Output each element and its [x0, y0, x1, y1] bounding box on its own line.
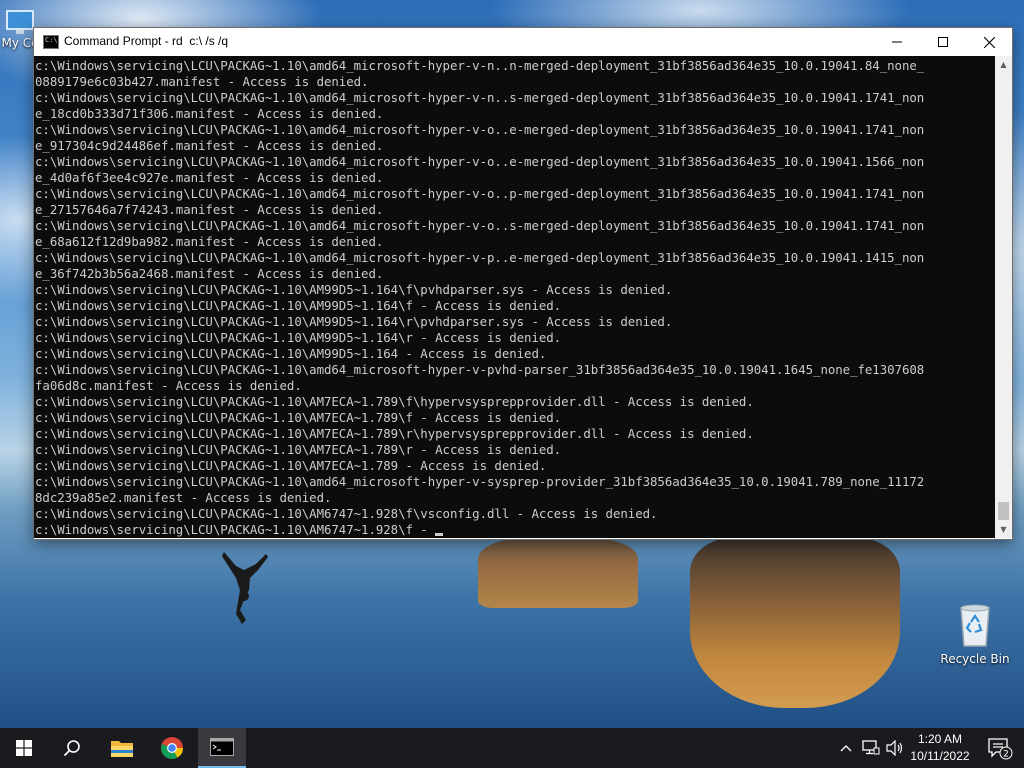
console-line: 8dc239a85e2.manifest - Access is denied. [35, 490, 332, 505]
folder-icon [111, 741, 133, 757]
close-button[interactable] [966, 28, 1012, 56]
console-line: c:\Windows\servicing\LCU\PACKAG~1.10\amd… [35, 186, 925, 201]
chrome-icon [161, 737, 183, 759]
clock-time: 1:20 AM [917, 732, 963, 746]
recycle-bin-icon [960, 604, 990, 647]
console-line: e_68a612f12d9ba982.manifest - Access is … [35, 234, 384, 249]
console-line: c:\Windows\servicing\LCU\PACKAG~1.10\AM9… [35, 298, 562, 313]
recycle-bin-desktop-icon[interactable]: Recycle Bin [938, 602, 1012, 666]
console-line: fa06d8c.manifest - Access is denied. [35, 378, 302, 393]
taskbar: 1:20 AM 10/11/2022 2 [0, 728, 1024, 768]
chrome-taskbar-button[interactable] [148, 728, 196, 768]
recycle-bin-label: Recycle Bin [940, 652, 1010, 666]
wallpaper-person-silhouette [222, 552, 268, 624]
command-prompt-taskbar-button[interactable] [198, 728, 246, 768]
command-prompt-window[interactable]: C:\ Command Prompt - rd c:\ /s /q c:\Win… [33, 27, 1013, 540]
console-line: c:\Windows\servicing\LCU\PACKAG~1.10\AM6… [35, 522, 995, 538]
console-line: c:\Windows\servicing\LCU\PACKAG~1.10\AM7… [35, 458, 547, 473]
search-button[interactable] [48, 728, 96, 768]
taskbar-clock[interactable]: 1:20 AM 10/11/2022 [900, 731, 980, 765]
console-line: c:\Windows\servicing\LCU\PACKAG~1.10\amd… [35, 218, 925, 233]
console-line: e_4d0af6f3ee4c927e.manifest - Access is … [35, 170, 384, 185]
clock-date: 10/11/2022 [910, 749, 970, 763]
console-line: e_36f742b3b56a2468.manifest - Access is … [35, 266, 384, 281]
window-title: Command Prompt - rd c:\ /s /q [64, 34, 229, 48]
console-line: c:\Windows\servicing\LCU\PACKAG~1.10\amd… [35, 474, 925, 489]
cmd-icon [210, 738, 234, 756]
console-line: c:\Windows\servicing\LCU\PACKAG~1.10\AM9… [35, 314, 673, 329]
scrollbar-thumb[interactable] [998, 502, 1009, 520]
console-output-area[interactable]: c:\Windows\servicing\LCU\PACKAG~1.10\amd… [34, 56, 995, 538]
console-line: c:\Windows\servicing\LCU\PACKAG~1.10\AM7… [35, 426, 754, 441]
network-icon[interactable] [860, 738, 882, 758]
console-line: c:\Windows\servicing\LCU\PACKAG~1.10\AM9… [35, 282, 673, 297]
maximize-icon [938, 37, 948, 47]
notification-count-badge: 2 [1003, 750, 1009, 760]
console-line: c:\Windows\servicing\LCU\PACKAG~1.10\AM6… [35, 506, 658, 521]
maximize-button[interactable] [920, 28, 966, 56]
file-explorer-taskbar-button[interactable] [98, 728, 146, 768]
search-icon [63, 740, 80, 757]
windows-logo-icon [16, 740, 32, 756]
console-line: c:\Windows\servicing\LCU\PACKAG~1.10\AM7… [35, 394, 754, 409]
scroll-up-arrow-icon[interactable]: ▲ [995, 56, 1012, 73]
console-line: c:\Windows\servicing\LCU\PACKAG~1.10\amd… [35, 122, 925, 137]
console-line: e_18cd0b333d71f306.manifest - Access is … [35, 106, 384, 121]
console-line: c:\Windows\servicing\LCU\PACKAG~1.10\AM9… [35, 346, 547, 361]
notification-icon: 2 [988, 738, 1013, 760]
wallpaper-rock-right [690, 538, 900, 708]
window-titlebar[interactable]: C:\ Command Prompt - rd c:\ /s /q [34, 28, 1012, 56]
console-line: c:\Windows\servicing\LCU\PACKAG~1.10\AM7… [35, 442, 562, 457]
console-line: c:\Windows\servicing\LCU\PACKAG~1.10\AM9… [35, 330, 562, 345]
console-line: c:\Windows\servicing\LCU\PACKAG~1.10\amd… [35, 90, 925, 105]
action-center-button[interactable]: 2 [976, 728, 1024, 768]
console-line: c:\Windows\servicing\LCU\PACKAG~1.10\amd… [35, 154, 925, 169]
show-hidden-icons-chevron-icon[interactable] [838, 738, 854, 758]
minimize-icon [892, 41, 902, 43]
console-text: c:\Windows\servicing\LCU\PACKAG~1.10\amd… [35, 58, 995, 538]
cmd-app-icon: C:\ [43, 35, 59, 49]
minimize-button[interactable] [874, 28, 920, 56]
close-icon [983, 36, 995, 48]
monitor-icon [6, 10, 34, 34]
start-button[interactable] [0, 728, 48, 768]
console-line: c:\Windows\servicing\LCU\PACKAG~1.10\AM7… [35, 410, 562, 425]
console-line: e_917304c9d24486ef.manifest - Access is … [35, 138, 384, 153]
console-line: 0889179e6c03b427.manifest - Access is de… [35, 74, 369, 89]
wallpaper-rock-left [478, 538, 638, 608]
console-line: c:\Windows\servicing\LCU\PACKAG~1.10\amd… [35, 250, 925, 265]
console-line: c:\Windows\servicing\LCU\PACKAG~1.10\amd… [35, 362, 925, 377]
text-cursor [435, 533, 444, 536]
console-line: c:\Windows\servicing\LCU\PACKAG~1.10\amd… [35, 58, 925, 73]
vertical-scrollbar[interactable]: ▲ ▼ [995, 56, 1012, 538]
scroll-down-arrow-icon[interactable]: ▼ [995, 521, 1012, 538]
console-line: e_27157646a7f74243.manifest - Access is … [35, 202, 384, 217]
